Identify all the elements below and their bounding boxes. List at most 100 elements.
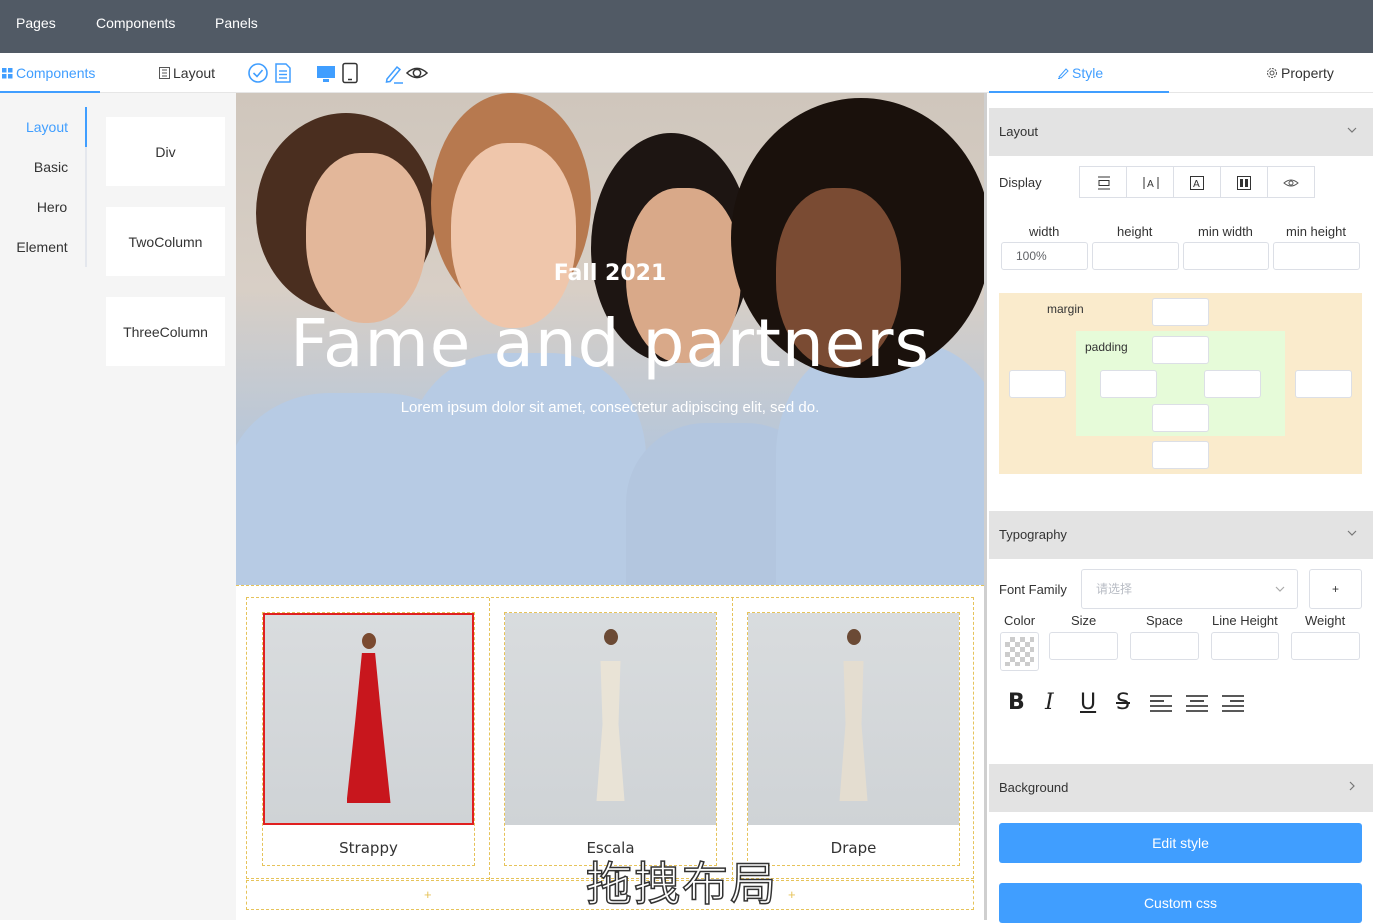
column-1[interactable]: Strappy <box>247 598 490 880</box>
product-card-escala[interactable]: Escala <box>504 612 717 866</box>
product-name[interactable]: Drape <box>748 839 959 857</box>
padding-bottom-input[interactable] <box>1152 404 1209 432</box>
tab-style-label: Style <box>1072 65 1104 81</box>
width-input[interactable]: 100% <box>1001 242 1088 270</box>
bold-button[interactable]: B <box>1008 690 1025 715</box>
component-threecolumn[interactable]: ThreeColumn <box>106 297 225 366</box>
product-card-strappy[interactable]: Strappy <box>262 612 475 866</box>
hero-description[interactable]: Lorem ipsum dolor sit amet, consectetur … <box>236 399 984 416</box>
file-text-icon[interactable] <box>272 62 294 84</box>
font-weight-input[interactable] <box>1291 632 1360 660</box>
letter-spacing-input[interactable] <box>1130 632 1199 660</box>
color-swatch <box>1005 637 1034 666</box>
grid-icon <box>2 67 13 78</box>
hero-section[interactable]: Fall 2021 Fame and partners Lorem ipsum … <box>236 93 984 585</box>
tab-property[interactable]: Property <box>1266 65 1334 81</box>
sidebar-item-layout[interactable]: Layout <box>4 119 90 135</box>
display-flex-button[interactable] <box>1220 166 1268 198</box>
display-block-button[interactable] <box>1079 166 1127 198</box>
section-typography-header[interactable]: Typography <box>989 511 1373 559</box>
design-canvas[interactable]: Fall 2021 Fame and partners Lorem ipsum … <box>236 93 984 920</box>
align-center-icon[interactable] <box>1185 694 1209 714</box>
dress-shape <box>346 653 391 803</box>
dress-shape <box>839 661 868 801</box>
font-family-select[interactable]: 请选择 <box>1081 569 1298 609</box>
align-right-icon[interactable] <box>1221 694 1245 714</box>
chevron-down-icon <box>1347 530 1357 536</box>
tab-property-label: Property <box>1281 65 1334 81</box>
font-family-label: Font Family <box>999 582 1067 597</box>
section-title: Layout <box>999 124 1039 139</box>
column-2[interactable]: Escala <box>490 598 733 880</box>
tab-layout[interactable]: Layout <box>159 65 215 81</box>
brush-icon <box>1058 68 1069 79</box>
margin-bottom-input[interactable] <box>1152 441 1209 469</box>
product-name[interactable]: Strappy <box>263 839 474 857</box>
menu-components[interactable]: Components <box>96 15 175 31</box>
display-none-button[interactable] <box>1267 166 1315 198</box>
display-inline-block-button[interactable]: A <box>1173 166 1221 198</box>
check-circle-icon[interactable] <box>247 62 269 84</box>
margin-top-input[interactable] <box>1152 298 1209 326</box>
line-height-label: Line Height <box>1212 613 1278 628</box>
hero-title[interactable]: Fame and partners <box>236 305 984 382</box>
product-image[interactable] <box>748 613 959 825</box>
product-image[interactable] <box>505 613 716 825</box>
product-image[interactable] <box>263 613 474 825</box>
pencil-icon[interactable] <box>382 62 404 84</box>
tab-components[interactable]: Components <box>2 65 95 81</box>
component-twocolumn[interactable]: TwoColumn <box>106 207 225 276</box>
section-title: Background <box>999 780 1069 795</box>
section-layout-header[interactable]: Layout <box>989 108 1373 156</box>
padding-top-input[interactable] <box>1152 336 1209 364</box>
custom-css-button[interactable]: Custom css <box>999 883 1362 923</box>
sidebar-item-hero[interactable]: Hero <box>9 199 95 215</box>
eye-icon[interactable] <box>406 62 428 84</box>
align-left-icon[interactable] <box>1149 694 1173 714</box>
display-inline-button[interactable]: A <box>1126 166 1174 198</box>
color-picker[interactable] <box>1000 632 1039 671</box>
font-size-input[interactable] <box>1049 632 1118 660</box>
margin-left-input[interactable] <box>1009 370 1066 398</box>
sidebar-item-element[interactable]: Element <box>0 239 85 255</box>
size-label: Size <box>1071 613 1097 628</box>
desktop-icon[interactable] <box>315 62 337 84</box>
underline-button[interactable]: U <box>1080 690 1096 715</box>
min-width-input[interactable] <box>1183 242 1269 270</box>
tab-components-label: Components <box>16 65 96 81</box>
product-card-drape[interactable]: Drape <box>747 612 960 866</box>
section-background-header[interactable]: Background <box>989 764 1373 812</box>
font-family-placeholder: 请选择 <box>1096 582 1133 596</box>
italic-button[interactable]: I <box>1045 690 1054 715</box>
menu-pages[interactable]: Pages <box>16 15 56 31</box>
model-figure <box>603 629 618 645</box>
min-height-input[interactable] <box>1273 242 1360 270</box>
three-column-row[interactable]: Strappy Escala Drape <box>246 597 975 880</box>
min-height-label: min height <box>1286 224 1346 239</box>
height-input[interactable] <box>1092 242 1179 270</box>
gear-icon <box>1267 68 1277 78</box>
top-menu-bar: Pages Components Panels <box>0 0 1373 53</box>
strikethrough-button[interactable]: S <box>1116 690 1130 715</box>
padding-right-input[interactable] <box>1204 370 1261 398</box>
dress-shape <box>596 661 625 801</box>
column-3[interactable]: Drape <box>733 598 975 880</box>
inline-block-icon: A <box>1190 176 1204 190</box>
margin-right-input[interactable] <box>1295 370 1352 398</box>
width-label: width <box>1029 224 1060 239</box>
product-section[interactable]: Strappy Escala Drape + + 拖拽布局 <box>236 585 984 920</box>
edit-style-button[interactable]: Edit style <box>999 823 1362 863</box>
mobile-icon[interactable] <box>339 62 361 84</box>
add-font-button[interactable]: + <box>1309 569 1362 609</box>
line-height-input[interactable] <box>1211 632 1279 660</box>
color-label: Color <box>1004 613 1036 628</box>
display-label: Display <box>999 175 1042 190</box>
padding-left-input[interactable] <box>1100 370 1157 398</box>
sidebar-item-basic[interactable]: Basic <box>8 159 94 175</box>
tab-style[interactable]: Style <box>1057 65 1103 81</box>
add-column-button[interactable]: + <box>788 887 796 902</box>
add-column-button[interactable]: + <box>424 887 432 902</box>
menu-panels[interactable]: Panels <box>215 15 258 31</box>
hero-subtitle[interactable]: Fall 2021 <box>236 261 984 286</box>
component-div[interactable]: Div <box>106 117 225 186</box>
